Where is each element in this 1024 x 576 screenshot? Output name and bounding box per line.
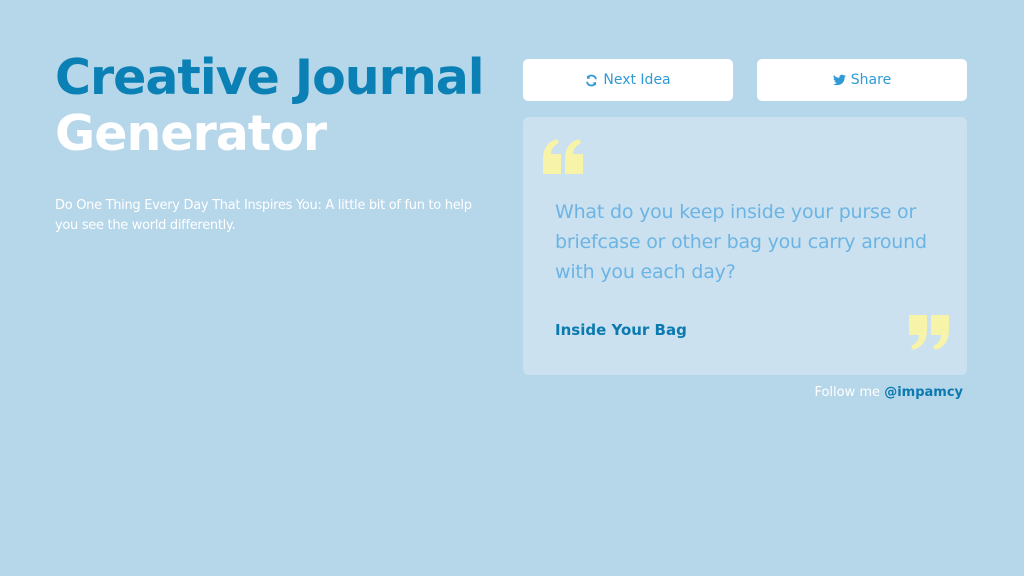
quote-open-icon xyxy=(543,139,585,179)
refresh-icon xyxy=(585,74,598,87)
share-button[interactable]: Share xyxy=(757,59,967,101)
follow-text: Follow me xyxy=(814,385,881,400)
prompt-title: Inside Your Bag xyxy=(555,321,687,339)
title-line-2: Generator xyxy=(55,105,327,162)
title-line-1: Creative Journal xyxy=(55,49,485,106)
follow-footer: Follow me @impamcy xyxy=(814,384,963,402)
page-subtitle: Do One Thing Every Day That Inspires You… xyxy=(55,198,472,233)
next-idea-label: Next Idea xyxy=(603,72,671,88)
twitter-icon xyxy=(832,74,846,86)
share-label: Share xyxy=(850,72,892,88)
page-title: Creative Journal Generator xyxy=(55,49,485,162)
prompt-card: What do you keep inside your purse or br… xyxy=(523,117,967,375)
next-idea-button[interactable]: Next Idea xyxy=(523,59,733,101)
page: Creative Journal Generator Do One Thing … xyxy=(0,0,1024,576)
twitter-handle-link[interactable]: @impamcy xyxy=(884,385,963,400)
prompt-text: What do you keep inside your purse or br… xyxy=(555,201,927,283)
quote-close-icon xyxy=(907,314,949,354)
